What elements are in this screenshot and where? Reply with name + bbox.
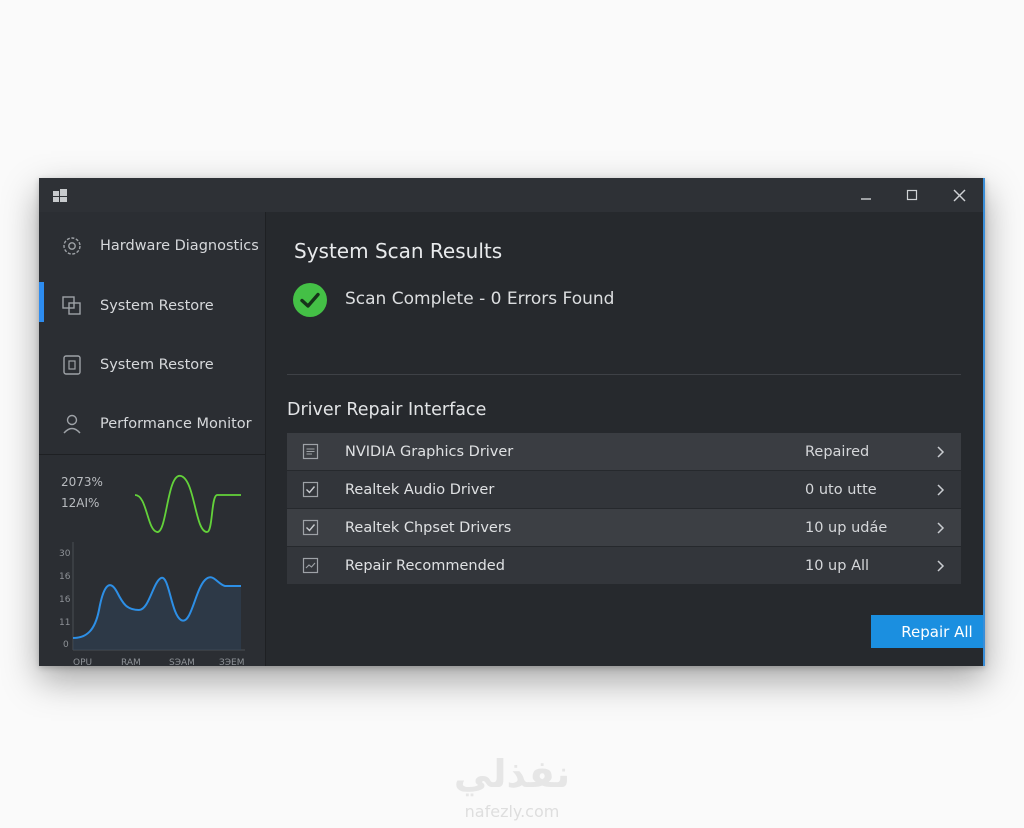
checkmark-icon <box>300 292 320 308</box>
sidebar-item-system-restore-2[interactable]: System Restore <box>39 343 265 387</box>
minimize-button[interactable] <box>850 184 882 206</box>
driver-name: Realtek Chpset Drivers <box>345 519 512 536</box>
chevron-right-icon[interactable] <box>934 445 946 459</box>
y-tick: 16 <box>59 595 71 605</box>
x-tick: RAM <box>121 658 141 666</box>
driver-name: Repair Recommended <box>345 557 505 574</box>
x-tick: ЗЭЕМ <box>219 658 245 666</box>
table-row[interactable]: Realtek Audio Driver 0 uto utte <box>287 471 961 508</box>
app-logo-icon <box>53 189 67 202</box>
close-icon <box>953 189 965 201</box>
scan-results-title: System Scan Results <box>294 239 503 263</box>
user-icon <box>63 414 81 434</box>
minimize-icon <box>861 198 871 200</box>
watermark-url: nafezly.com <box>464 802 560 821</box>
sidebar-item-system-restore[interactable]: System Restore <box>39 284 265 328</box>
x-tick: OPU <box>73 658 92 666</box>
sidebar-item-label: System Restore <box>100 357 214 373</box>
x-tick: SЭAM <box>169 658 195 666</box>
y-tick: 16 <box>59 572 71 582</box>
app-window: Hardware Diagnostics System Restore Syst… <box>39 178 985 666</box>
driver-table: NVIDIA Graphics Driver Repaired Realtek … <box>287 433 961 585</box>
title-bar[interactable] <box>39 178 983 212</box>
watermark-logo: نفذلي <box>453 752 571 796</box>
y-tick: 30 <box>59 549 71 559</box>
gear-icon <box>63 237 81 255</box>
sidebar-item-label: System Restore <box>100 298 214 314</box>
driver-name: Realtek Audio Driver <box>345 481 495 498</box>
chevron-right-icon[interactable] <box>934 483 946 497</box>
table-row[interactable]: Repair Recommended 10 up All <box>287 547 961 584</box>
sidebar-divider <box>39 454 265 455</box>
sidebar-item-label: Performance Monitor <box>100 416 252 432</box>
performance-graph: 30 16 16 11 0 OPU RAM SЭAM ЗЭЕМ <box>59 475 245 666</box>
chevron-right-icon[interactable] <box>934 521 946 535</box>
document-icon <box>302 443 319 460</box>
maximize-button[interactable] <box>896 184 928 206</box>
section-divider <box>287 374 961 375</box>
chart-icon <box>302 557 319 574</box>
driver-status: 10 up udáe <box>805 519 888 536</box>
driver-status: 10 up All <box>805 557 870 574</box>
driver-status: Repaired <box>805 443 870 460</box>
driver-status: 0 uto utte <box>805 481 877 498</box>
sidebar: Hardware Diagnostics System Restore Syst… <box>39 212 266 666</box>
success-badge <box>293 283 327 317</box>
checkbox-icon[interactable] <box>302 481 319 498</box>
y-tick: 11 <box>59 618 70 628</box>
restore-icon <box>62 296 81 315</box>
driver-name: NVIDIA Graphics Driver <box>345 443 514 460</box>
sidebar-item-hardware-diagnostics[interactable]: Hardware Diagnostics <box>39 224 265 268</box>
table-row[interactable]: Realtek Chpset Drivers 10 up udáe <box>287 509 961 546</box>
sidebar-item-performance-monitor[interactable]: Performance Monitor <box>39 402 265 446</box>
chevron-right-icon[interactable] <box>934 559 946 573</box>
table-row[interactable]: NVIDIA Graphics Driver Repaired <box>287 433 961 470</box>
driver-repair-title: Driver Repair Interface <box>287 400 487 420</box>
green-wave <box>134 475 241 533</box>
checkbox-icon[interactable] <box>302 519 319 536</box>
device-icon <box>63 355 81 375</box>
y-tick: 0 <box>63 640 69 650</box>
scan-status-text: Scan Complete - 0 Errors Found <box>345 289 615 309</box>
repair-all-button[interactable]: Repair All <box>871 615 983 648</box>
sidebar-item-label: Hardware Diagnostics <box>100 238 259 254</box>
close-button[interactable] <box>943 184 975 206</box>
main-panel: System Scan Results Scan Complete - 0 Er… <box>265 212 983 666</box>
maximize-icon <box>906 189 918 201</box>
